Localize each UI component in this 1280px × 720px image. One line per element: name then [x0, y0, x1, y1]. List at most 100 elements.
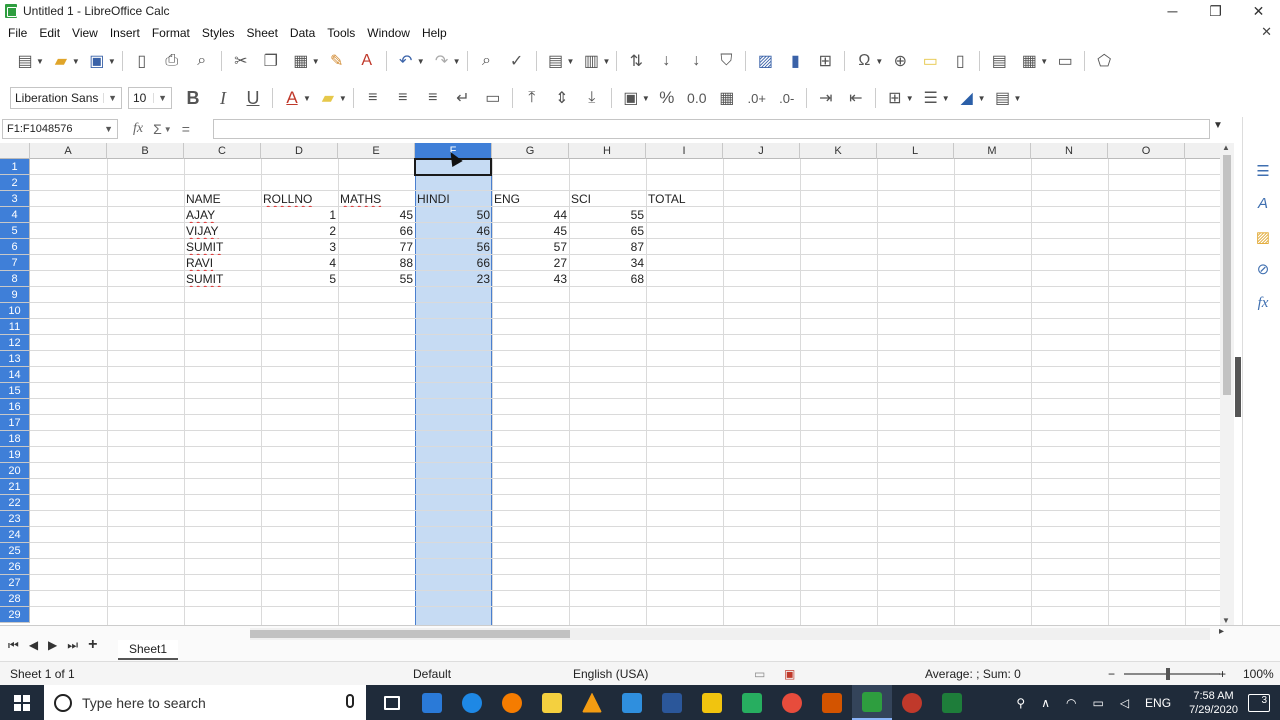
menu-sheet[interactable]: Sheet: [241, 26, 284, 40]
headers-footers-icon[interactable]: ▯: [948, 49, 972, 73]
row-header[interactable]: 17: [0, 415, 30, 431]
row-header[interactable]: 13: [0, 351, 30, 367]
number-format-button[interactable]: 0.0: [685, 86, 709, 110]
row-header[interactable]: 23: [0, 511, 30, 527]
wifi-icon[interactable]: ◠: [1066, 696, 1076, 710]
conditional-format-icon[interactable]: ▤: [991, 86, 1015, 110]
chevron-down-icon[interactable]: ▼: [153, 93, 167, 103]
export-pdf-icon[interactable]: ▯: [130, 49, 154, 73]
row-header[interactable]: 20: [0, 463, 30, 479]
split-window-icon[interactable]: ▭: [1053, 49, 1077, 73]
border-style-dropdown-icon[interactable]: ▼: [942, 94, 950, 103]
input-language[interactable]: ENG: [1145, 696, 1171, 710]
cell-rollno[interactable]: 5: [261, 271, 338, 287]
borders-dropdown-icon[interactable]: ▼: [906, 94, 914, 103]
align-right-icon[interactable]: ≡: [421, 86, 445, 110]
sort-icon[interactable]: ⇅: [624, 49, 648, 73]
date-format-icon[interactable]: ▦: [715, 86, 739, 110]
align-top-icon[interactable]: ⤒: [520, 86, 544, 110]
row-dropdown-icon[interactable]: ▼: [567, 57, 575, 66]
percent-format-button[interactable]: %: [655, 86, 679, 110]
redo-dropdown-icon[interactable]: ▼: [453, 57, 461, 66]
cell-name[interactable]: AJAY: [184, 207, 261, 223]
decrease-indent-icon[interactable]: ⇤: [844, 86, 868, 110]
special-character-dropdown-icon[interactable]: ▼: [875, 57, 883, 66]
column-header-b[interactable]: B: [107, 143, 184, 159]
merge-center-icon[interactable]: ▭: [481, 86, 505, 110]
paste-icon[interactable]: ▦: [289, 49, 313, 73]
maximize-button[interactable]: ❐: [1194, 0, 1237, 22]
save-icon[interactable]: ▣: [85, 49, 109, 73]
freeze-dropdown-icon[interactable]: ▼: [1040, 57, 1048, 66]
volume-icon[interactable]: ◁: [1120, 696, 1129, 710]
font-size-combo[interactable]: 10 ▼: [128, 87, 172, 109]
edge-browser-icon[interactable]: [452, 685, 492, 720]
sticky-notes-icon[interactable]: [532, 685, 572, 720]
add-sheet-button[interactable]: +: [88, 636, 97, 654]
formula-button[interactable]: =: [182, 121, 190, 137]
row-header[interactable]: 19: [0, 447, 30, 463]
task-view-icon[interactable]: [372, 685, 412, 720]
row-header[interactable]: 26: [0, 559, 30, 575]
previous-sheet-icon[interactable]: ◀: [29, 638, 38, 652]
align-bottom-icon[interactable]: ⤓: [580, 86, 604, 110]
insert-chart-icon[interactable]: ▮: [783, 49, 807, 73]
cell-sci[interactable]: 65: [569, 223, 646, 239]
taskbar-search[interactable]: Type here to search: [44, 685, 366, 720]
close-document-icon[interactable]: ✕: [1261, 24, 1272, 40]
cell-rollno[interactable]: 2: [261, 223, 338, 239]
select-all-corner[interactable]: [0, 143, 30, 159]
column-header-n[interactable]: N: [1031, 143, 1108, 159]
scrollbar-thumb[interactable]: [250, 630, 570, 638]
row-header[interactable]: 5: [0, 223, 30, 239]
hyperlink-icon[interactable]: ⊕: [888, 49, 912, 73]
menu-tools[interactable]: Tools: [321, 26, 361, 40]
currency-format-icon[interactable]: ▣: [619, 86, 643, 110]
add-decimal-button[interactable]: .0+: [745, 86, 769, 110]
row-header[interactable]: 22: [0, 495, 30, 511]
minimize-button[interactable]: ─: [1151, 0, 1194, 22]
row-header[interactable]: 10: [0, 303, 30, 319]
highlight-color-icon[interactable]: ▰: [316, 86, 340, 110]
column-dropdown-icon[interactable]: ▼: [602, 57, 610, 66]
cell-area[interactable]: NAME ROLLNO MATHS HINDI ENG SCI TOTAL AJ…: [30, 158, 1220, 625]
cell-rollno[interactable]: 3: [261, 239, 338, 255]
row-header[interactable]: 14: [0, 367, 30, 383]
row-header[interactable]: 1: [0, 159, 30, 175]
cell-hindi[interactable]: 46: [415, 223, 492, 239]
save-dropdown-icon[interactable]: ▼: [108, 57, 116, 66]
new-dropdown-icon[interactable]: ▼: [36, 57, 44, 66]
cell-maths[interactable]: 66: [338, 223, 415, 239]
cell-sci[interactable]: 68: [569, 271, 646, 287]
chrome-icon[interactable]: [772, 685, 812, 720]
column-header-g[interactable]: G: [492, 143, 569, 159]
cell-rollno[interactable]: 1: [261, 207, 338, 223]
vertical-scrollbar[interactable]: ▲ ▼: [1220, 143, 1234, 625]
cell-d2[interactable]: ROLLNO: [261, 191, 338, 207]
center-vertically-icon[interactable]: ⇕: [550, 86, 574, 110]
row-header[interactable]: 7: [0, 255, 30, 271]
clear-formatting-icon[interactable]: A: [355, 49, 379, 73]
cell-maths[interactable]: 88: [338, 255, 415, 271]
align-center-icon[interactable]: ≡: [391, 86, 415, 110]
autofilter-icon[interactable]: ⛉: [714, 49, 738, 73]
row-icon[interactable]: ▤: [544, 49, 568, 73]
column-header-l[interactable]: L: [877, 143, 954, 159]
notification-center[interactable]: 3: [1248, 693, 1270, 712]
underline-button[interactable]: U: [241, 86, 265, 110]
column-icon[interactable]: ▥: [579, 49, 603, 73]
battery-icon[interactable]: ▭: [1092, 696, 1103, 710]
gallery-icon[interactable]: ▨: [1253, 227, 1273, 247]
print-icon[interactable]: ⎙: [160, 49, 184, 73]
conditional-dropdown-icon[interactable]: ▼: [1014, 94, 1022, 103]
vlc-icon[interactable]: [572, 685, 612, 720]
sheet-tab-sheet1[interactable]: Sheet1: [118, 640, 178, 660]
wrap-text-icon[interactable]: ↵: [451, 86, 475, 110]
microphone-icon[interactable]: [346, 694, 354, 708]
row-header[interactable]: 24: [0, 527, 30, 543]
scroll-down-icon[interactable]: ▼: [1222, 616, 1230, 625]
row-header[interactable]: 16: [0, 399, 30, 415]
functions-icon[interactable]: fx: [1253, 293, 1273, 313]
borders-icon[interactable]: ⊞: [883, 86, 907, 110]
powerpoint-icon[interactable]: [812, 685, 852, 720]
